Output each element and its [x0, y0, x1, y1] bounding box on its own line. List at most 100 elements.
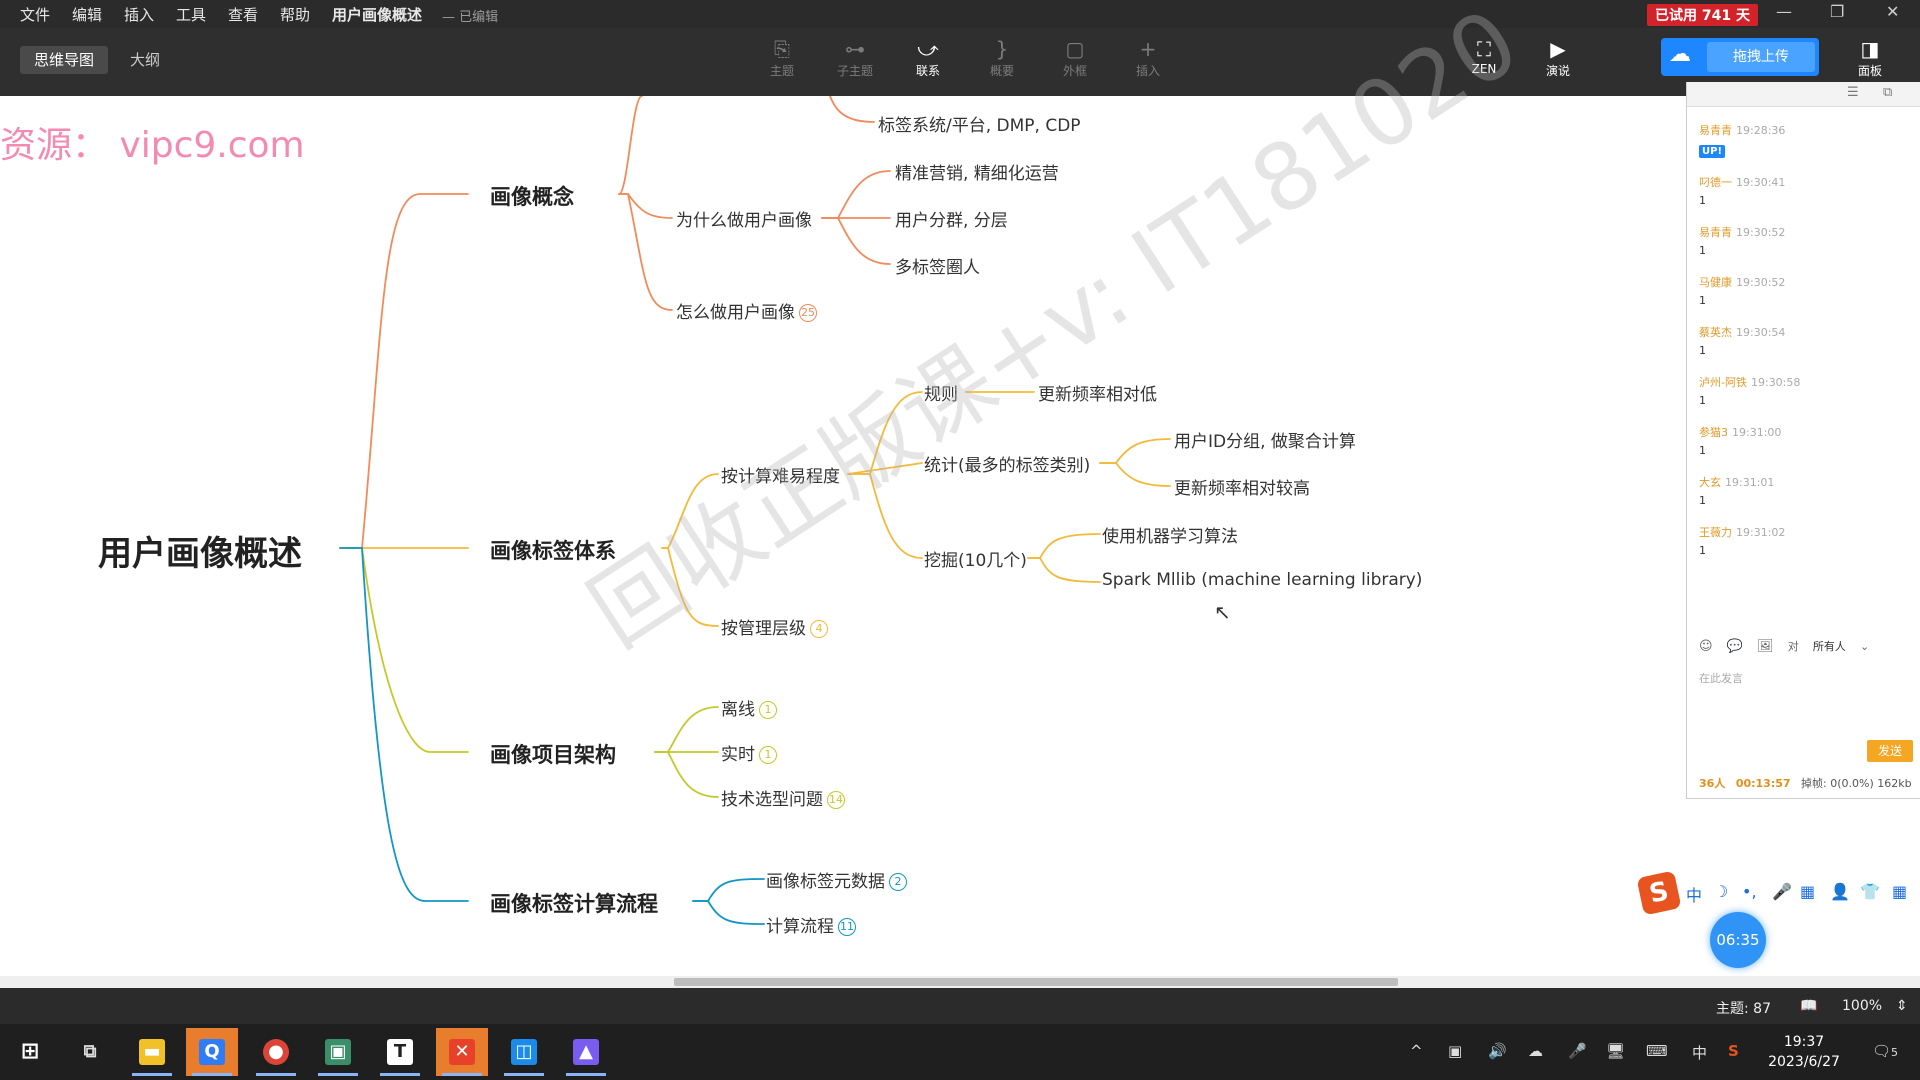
skin-icon[interactable]: 👕 — [1860, 882, 1880, 901]
summary-button[interactable]: } 概要 — [977, 36, 1027, 79]
network-icon[interactable]: 🖥 — [1606, 1042, 1625, 1060]
topic-how-profile[interactable]: 怎么做用户画像 25 — [676, 298, 817, 323]
panel-button[interactable]: ◨ 面板 — [1845, 36, 1895, 79]
task-view-button[interactable]: ⧉ — [64, 1028, 116, 1076]
topic-realtime[interactable]: 实时 1 — [721, 740, 777, 765]
zoom-level[interactable]: 100% — [1842, 998, 1882, 1014]
topic-mining[interactable]: 挖掘(10几个) — [924, 546, 1027, 571]
menu-file[interactable]: 文件 — [20, 4, 50, 25]
topic-by-level[interactable]: 按管理层级 4 — [721, 614, 828, 639]
popout-icon[interactable]: ⧉ — [1883, 85, 1892, 100]
trial-badge[interactable]: 已试用 741 天 — [1647, 4, 1758, 26]
tray-overflow-icon[interactable]: ^ — [1410, 1042, 1423, 1060]
topic-why-profile[interactable]: 为什么做用户画像 — [676, 206, 812, 231]
volume-icon[interactable]: 🔊 — [1488, 1042, 1507, 1060]
drag-upload-widget[interactable]: ☁ 拖拽上传 — [1661, 38, 1819, 76]
microphone-icon[interactable]: 🎤 — [1772, 882, 1792, 901]
topic-stat-c0[interactable]: 用户ID分组, 做聚合计算 — [1174, 427, 1356, 452]
topic-tag-metadata[interactable]: 画像标签元数据 2 — [766, 867, 907, 892]
emoji-icon[interactable]: ☺ — [1699, 639, 1713, 654]
taskbar-app-chrome[interactable]: ● — [250, 1028, 302, 1076]
taskbar-app-video[interactable]: ▣ — [312, 1028, 364, 1076]
remote-icon: ◫ — [511, 1039, 537, 1065]
topic-tag-system-platforms[interactable]: 标签系统/平台, DMP, CDP — [878, 111, 1081, 136]
menu-icon[interactable]: ☰ — [1847, 85, 1859, 100]
horizontal-scrollbar[interactable] — [0, 976, 1920, 988]
menu-view[interactable]: 查看 — [228, 4, 258, 25]
start-button[interactable]: ⊞ — [4, 1028, 56, 1076]
insert-button[interactable]: + 插入 — [1123, 36, 1173, 79]
collapsed-count-badge[interactable]: 2 — [889, 873, 907, 891]
restore-icon[interactable]: ❐ — [1830, 2, 1844, 21]
main-topic-concept[interactable]: 画像概念 — [490, 181, 574, 211]
taskbar-clock[interactable]: 19:37 2023/6/27 — [1762, 1032, 1846, 1072]
topic-stat-c1[interactable]: 更新频率相对较高 — [1174, 474, 1310, 499]
tab-mindmap[interactable]: 思维导图 — [20, 46, 109, 74]
menu-insert[interactable]: 插入 — [124, 4, 154, 25]
collapsed-count-badge[interactable]: 11 — [838, 918, 856, 936]
drag-upload-button[interactable]: 拖拽上传 — [1707, 42, 1815, 72]
sogou-logo-icon[interactable]: S — [1636, 870, 1682, 916]
close-icon[interactable]: ✕ — [1886, 2, 1899, 21]
topic-calc-process[interactable]: 计算流程 11 — [766, 912, 856, 937]
comment-icon[interactable]: 💬 — [1727, 639, 1743, 654]
zoom-stepper-icon[interactable]: ⇕ — [1896, 998, 1908, 1014]
collapsed-count-badge[interactable]: 25 — [799, 304, 817, 322]
menu-edit[interactable]: 编辑 — [72, 4, 102, 25]
scrollbar-thumb[interactable] — [674, 978, 1398, 986]
topic-mining-c0[interactable]: 使用机器学习算法 — [1102, 522, 1238, 547]
sogou-tray-icon[interactable]: S — [1728, 1042, 1739, 1060]
chevron-down-icon[interactable]: ⌄ — [1860, 640, 1869, 653]
input-language[interactable]: 中 — [1692, 1042, 1707, 1063]
folder-icon: ▬ — [139, 1039, 165, 1065]
collapsed-count-badge[interactable]: 14 — [827, 791, 845, 809]
main-topic-architecture[interactable]: 画像项目架构 — [490, 739, 616, 769]
keyboard-icon[interactable]: ⌨ — [1646, 1042, 1668, 1060]
taskbar-app-typora[interactable]: T — [374, 1028, 426, 1076]
mindmap-canvas[interactable]: 用户画像概述 画像概念 画像标签体系 画像项目架构 画像标签计算流程 标签系统/… — [0, 96, 1920, 978]
subtopic-button[interactable]: ⊶ 子主题 — [830, 36, 880, 79]
taskbar-app-file-explorer[interactable]: ▬ — [126, 1028, 178, 1076]
topic-offline[interactable]: 离线 1 — [721, 695, 777, 720]
notification-icon[interactable]: 🗨5 — [1872, 1042, 1898, 1060]
topic-tech-selection[interactable]: 技术选型问题 14 — [721, 785, 845, 810]
present-button[interactable]: ▶ 演说 — [1533, 36, 1583, 79]
map-icon[interactable]: 📖 — [1800, 998, 1817, 1014]
tab-outline[interactable]: 大纲 — [116, 46, 174, 74]
collapsed-count-badge[interactable]: 1 — [759, 746, 777, 764]
chat-input[interactable]: 在此发言 — [1699, 670, 1743, 686]
topic-why-c2[interactable]: 多标签圈人 — [895, 253, 980, 278]
ime-mode[interactable]: 中 — [1686, 882, 1702, 906]
menu-tools[interactable]: 工具 — [176, 4, 206, 25]
relationship-button[interactable]: ⤻ 联系 — [903, 36, 953, 79]
onedrive-icon[interactable]: ☁ — [1528, 1042, 1543, 1060]
microphone-icon[interactable]: 🎤 — [1568, 1042, 1587, 1060]
taskbar-app-meeting[interactable]: Q — [186, 1028, 238, 1076]
collapsed-count-badge[interactable]: 4 — [810, 620, 828, 638]
topic-why-c0[interactable]: 精准营销, 精细化运营 — [895, 159, 1059, 184]
main-topic-calc-flow[interactable]: 画像标签计算流程 — [490, 888, 658, 918]
topic-button[interactable]: ⎘ 主题 — [757, 36, 807, 79]
tray-app-icon[interactable]: ▣ — [1448, 1042, 1462, 1060]
topic-why-c1[interactable]: 用户分群, 分层 — [895, 206, 1008, 231]
image-icon[interactable]: 🖼 — [1757, 639, 1774, 654]
audience-select[interactable]: 所有人 — [1813, 640, 1846, 653]
punctuation-icon[interactable]: •, — [1742, 882, 1757, 901]
moon-icon[interactable]: ☽ — [1714, 882, 1728, 901]
keyboard-icon[interactable]: ▦ — [1800, 882, 1815, 901]
menu-help[interactable]: 帮助 — [280, 4, 310, 25]
taskbar-app-remote[interactable]: ◫ — [498, 1028, 550, 1076]
taskbar-app-photos[interactable]: ▲ — [560, 1028, 612, 1076]
topic-mining-c1[interactable]: Spark Mllib (machine learning library) — [1102, 570, 1422, 590]
user-icon[interactable]: 👤 — [1830, 882, 1850, 901]
connector-flow-c1 — [692, 900, 765, 925]
grid-icon[interactable]: ▦ — [1892, 882, 1907, 901]
minimize-icon[interactable]: — — [1776, 2, 1792, 21]
recording-timer[interactable]: 06:35 — [1710, 912, 1766, 968]
send-button[interactable]: 发送 — [1867, 740, 1913, 762]
collapsed-count-badge[interactable]: 1 — [759, 701, 777, 719]
taskbar-app-xmind[interactable]: ✕ — [436, 1028, 488, 1076]
toolbar: 思维导图 大纲 ⎘ 主题 ⊶ 子主题 ⤻ 联系 } 概要 ▢ 外框 + 插入 ⛶… — [0, 28, 1920, 96]
boundary-button[interactable]: ▢ 外框 — [1050, 36, 1100, 79]
root-topic[interactable]: 用户画像概述 — [98, 526, 302, 575]
